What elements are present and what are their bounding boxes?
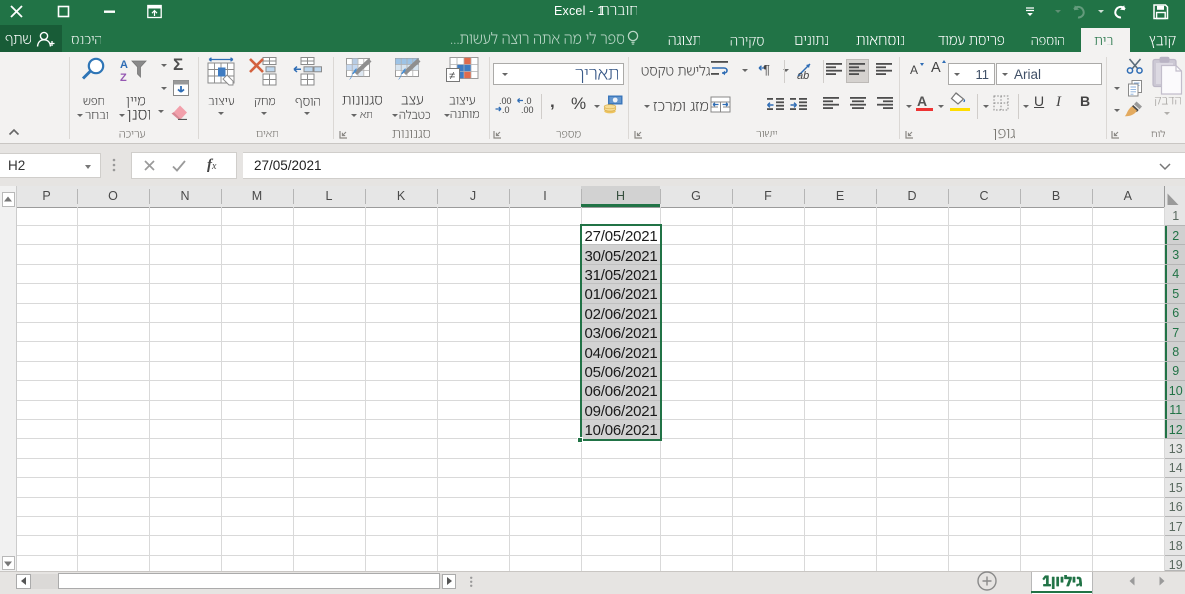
svg-text:A: A [120, 59, 128, 71]
svg-text:.0: .0 [502, 105, 510, 115]
svg-text:¶: ¶ [763, 62, 770, 77]
svg-text:≠: ≠ [449, 70, 455, 82]
svg-text:Z: Z [120, 72, 127, 83]
svg-text:.00: .00 [521, 105, 534, 115]
svg-text:ab: ab [797, 70, 809, 80]
